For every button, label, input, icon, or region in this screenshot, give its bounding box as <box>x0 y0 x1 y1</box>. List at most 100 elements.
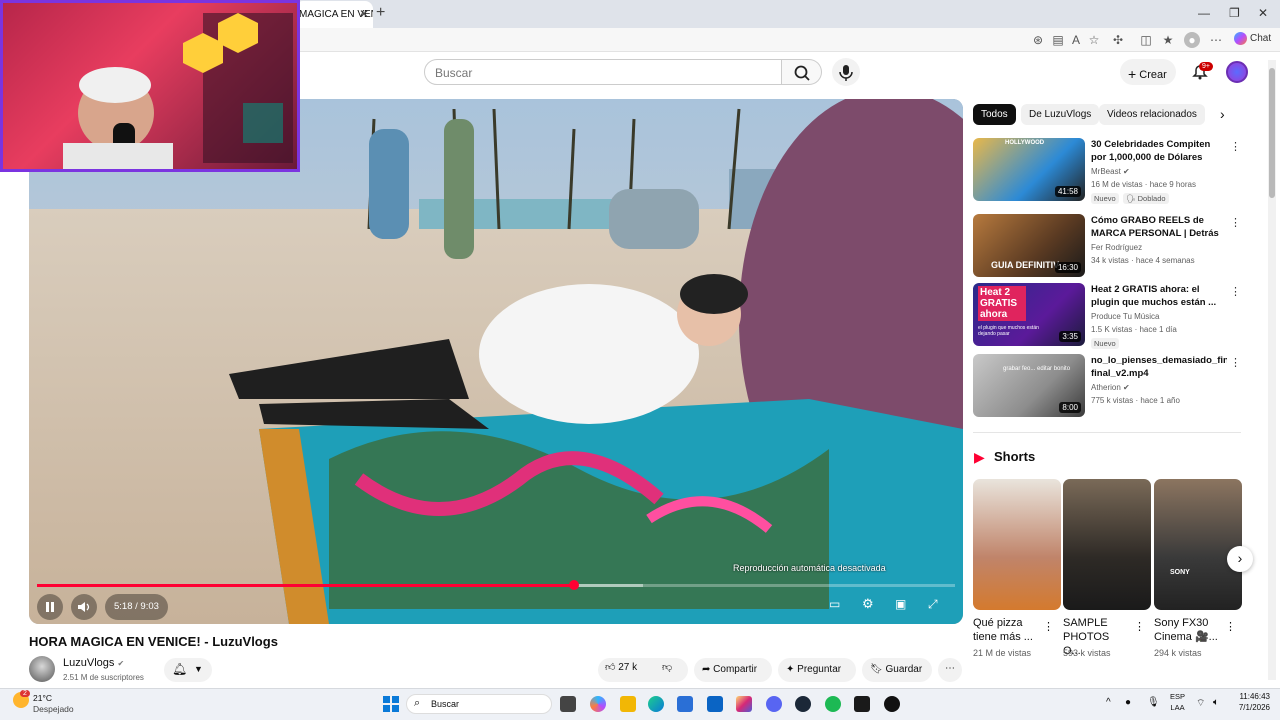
steam-icon[interactable] <box>795 696 811 712</box>
video-title[interactable]: Heat 2 GRATIS ahora: el plugin que mucho… <box>1091 283 1227 309</box>
recommendation-item[interactable]: Heat 2 GRATIS ahora el plugin que muchos… <box>973 283 1241 349</box>
file-explorer-icon[interactable] <box>620 696 636 712</box>
store-icon[interactable] <box>677 696 693 712</box>
video-title[interactable]: 30 Celebridades Compiten por 1,000,000 d… <box>1091 138 1227 164</box>
task-view-icon[interactable] <box>560 696 576 712</box>
read-aloud-icon[interactable]: A <box>1068 32 1084 48</box>
recommendation-item[interactable]: grabar feo... editar bonito 8:00 no_lo_p… <box>973 354 1241 418</box>
short-title[interactable]: Qué pizza tiene más ... <box>973 616 1035 644</box>
recommendation-item[interactable]: HOLLYWOOD 41:58 30 Celebridades Compiten… <box>973 138 1241 204</box>
plus-icon: + <box>1128 66 1137 82</box>
taskbar-clock[interactable]: 11:46:43 7/1/2026 <box>1232 692 1270 712</box>
pause-button[interactable] <box>37 594 63 620</box>
extensions-icon[interactable]: ✣ <box>1110 32 1126 48</box>
wifi-icon[interactable]: ⌔ <box>1196 697 1205 710</box>
short-views: 593 k vistas <box>1063 648 1111 658</box>
channel-name[interactable]: LuzuVlogs ✔ <box>63 657 124 669</box>
favorites-icon[interactable]: ★ <box>1160 32 1176 48</box>
more-options-icon[interactable]: ⋮ <box>1134 620 1145 633</box>
channel-name[interactable]: Fer Rodríguez <box>1091 243 1142 252</box>
terminal-icon[interactable] <box>854 696 870 712</box>
spotify-icon[interactable] <box>825 696 841 712</box>
progress-scrubber[interactable] <box>569 580 580 590</box>
app-icon[interactable] <box>884 696 900 712</box>
volume-tray-icon[interactable]: 🔈︎ <box>1213 697 1219 708</box>
restore-button[interactable]: ❐ <box>1229 6 1240 20</box>
outlook-icon[interactable] <box>707 696 723 712</box>
more-options-icon[interactable]: ⋮ <box>1043 620 1054 633</box>
subtitles-button[interactable]: ▭ <box>829 597 851 617</box>
more-options-icon[interactable]: ⋮ <box>1230 285 1241 298</box>
account-avatar[interactable] <box>1226 61 1248 83</box>
close-window-button[interactable]: ✕ <box>1258 6 1268 20</box>
verified-icon: ✔ <box>1123 167 1130 176</box>
ask-button[interactable]: ✦ Preguntar <box>778 658 856 682</box>
short-thumbnail[interactable]: SONY <box>1154 479 1242 610</box>
favorite-star-icon[interactable]: ☆ <box>1086 32 1102 48</box>
more-menu-icon[interactable]: ⋯ <box>1208 32 1224 48</box>
chips-next-icon[interactable]: › <box>1220 106 1225 122</box>
short-title[interactable]: Sony FX30 Cinema 🎥... <box>1154 616 1218 644</box>
more-options-icon[interactable]: ⋮ <box>1225 620 1236 633</box>
shorts-next-button[interactable]: › <box>1227 546 1253 572</box>
tray-app-icon[interactable]: ● <box>1125 697 1131 708</box>
copilot-taskbar-icon[interactable] <box>590 696 606 712</box>
more-options-icon[interactable]: ⋮ <box>1230 140 1241 153</box>
dislike-button[interactable]: 👎︎ <box>662 661 672 673</box>
page-scrollbar[interactable] <box>1268 60 1276 680</box>
close-tab-icon[interactable]: ✕ <box>359 7 369 21</box>
channel-avatar[interactable] <box>29 656 55 682</box>
tray-mic-icon[interactable]: 🎙︎ <box>1147 697 1160 708</box>
short-thumbnail[interactable] <box>973 479 1061 610</box>
video-thumbnail[interactable]: Heat 2 GRATIS ahora el plugin que muchos… <box>973 283 1085 346</box>
minimize-button[interactable]: — <box>1198 6 1210 20</box>
channel-name[interactable]: MrBeast ✔ <box>1091 167 1130 176</box>
video-title[interactable]: no_lo_pienses_demasiado_final final_v2.m… <box>1091 354 1227 380</box>
more-options-icon[interactable]: ⋮ <box>1230 216 1241 229</box>
video-thumbnail[interactable]: GUIA DEFINITIV 16:30 <box>973 214 1085 277</box>
browser-tab[interactable]: MAGICA EN VENICE! ✕ <box>295 1 373 28</box>
language-indicator[interactable]: ESP LAA <box>1170 692 1185 712</box>
save-button[interactable]: 🔖︎ Guardar <box>862 658 932 682</box>
split-screen-icon[interactable]: ◫ <box>1138 32 1154 48</box>
channel-name[interactable]: Atherion ✔ <box>1091 383 1130 392</box>
settings-button[interactable]: ⚙ <box>862 596 884 616</box>
search-button[interactable] <box>782 59 822 85</box>
chip-de-luzuvlogs[interactable]: De LuzuVlogs <box>1021 104 1100 125</box>
reader-icon[interactable]: ▤ <box>1050 32 1066 48</box>
discord-icon[interactable] <box>766 696 782 712</box>
scrollbar-thumb[interactable] <box>1269 68 1275 198</box>
recommendation-item[interactable]: GUIA DEFINITIV 16:30 Cómo GRABO REELS de… <box>973 214 1241 278</box>
chat-button[interactable]: Chat <box>1234 32 1271 45</box>
channel-name[interactable]: Produce Tu Música <box>1091 312 1159 321</box>
video-title[interactable]: Cómo GRABO REELS de MARCA PERSONAL | Det… <box>1091 214 1227 241</box>
volume-button[interactable] <box>71 594 97 620</box>
start-button[interactable] <box>383 696 399 712</box>
theater-button[interactable]: ▣ <box>895 597 917 617</box>
subscription-bell-button[interactable]: 🔔︎ ▼ <box>164 658 212 682</box>
progress-track[interactable] <box>37 580 955 590</box>
new-tab-button[interactable]: + <box>376 4 385 22</box>
ask-label: Preguntar <box>797 664 842 675</box>
video-thumbnail[interactable]: grabar feo... editar bonito 8:00 <box>973 354 1085 417</box>
share-button[interactable]: ➦ Compartir <box>694 658 772 682</box>
microphone-icon <box>839 65 853 81</box>
more-actions-button[interactable]: ⋯ <box>938 658 962 682</box>
tray-overflow-icon[interactable]: ^ <box>1106 697 1111 708</box>
edge-icon[interactable] <box>648 696 664 712</box>
like-button[interactable]: 👍︎ 27 k <box>605 661 637 673</box>
translate-icon[interactable]: ⊛ <box>1030 32 1046 48</box>
search-input[interactable]: Buscar <box>424 59 782 85</box>
voice-search-button[interactable] <box>832 58 860 86</box>
more-options-icon[interactable]: ⋮ <box>1230 356 1241 369</box>
profile-icon[interactable]: ● <box>1184 32 1200 48</box>
instagram-icon[interactable] <box>736 696 752 712</box>
fullscreen-button[interactable]: ⤢ <box>928 597 950 617</box>
create-button[interactable]: + Crear <box>1120 59 1176 85</box>
chip-videos-relacionados[interactable]: Videos relacionados <box>1099 104 1205 125</box>
video-player[interactable]: Reproducción automática desactivada 5:18… <box>29 99 963 624</box>
taskbar-search[interactable]: ⌕ Buscar <box>406 694 552 714</box>
chip-todos[interactable]: Todos <box>973 104 1016 125</box>
short-thumbnail[interactable] <box>1063 479 1151 610</box>
video-thumbnail[interactable]: HOLLYWOOD 41:58 <box>973 138 1085 201</box>
